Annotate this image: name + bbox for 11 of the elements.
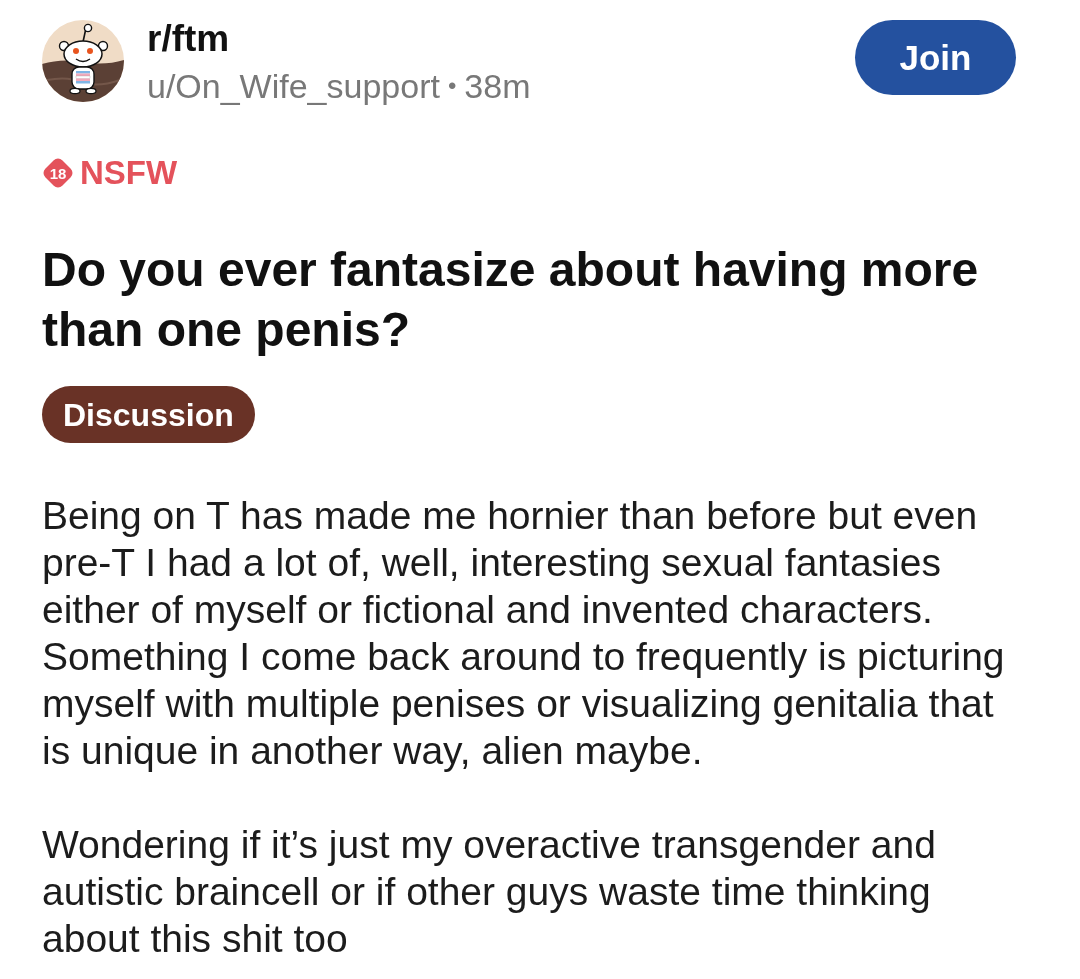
flair-tag[interactable]: Discussion — [42, 386, 255, 443]
post-age: 38m — [464, 66, 531, 106]
community-name[interactable]: r/ftm — [147, 20, 531, 58]
post-title: Do you ever fantasize about having more than one penis? — [42, 242, 980, 358]
author-name[interactable]: u/On_Wife_support — [147, 66, 440, 106]
join-button[interactable]: Join — [855, 20, 1016, 95]
post-body-paragraph: Being on T has made me hornier than before but even pre-T I had a lot of, well, interesting sexual fantasies either of myself or fictional and invented characters. Something I come back around to frequently is picturing myself with multiple penises or visualizing genitalia that is unique in another way, alien maybe. — [42, 493, 1006, 774]
nsfw-label: NSFW — [80, 153, 178, 193]
age-restriction-badge: 18 — [42, 157, 74, 189]
post-body-paragraph: Wondering if it’s just my overactive transgender and autistic braincell or if other guys waste time thinking about this shit too — [42, 822, 937, 962]
separator-dot: • — [447, 71, 457, 101]
